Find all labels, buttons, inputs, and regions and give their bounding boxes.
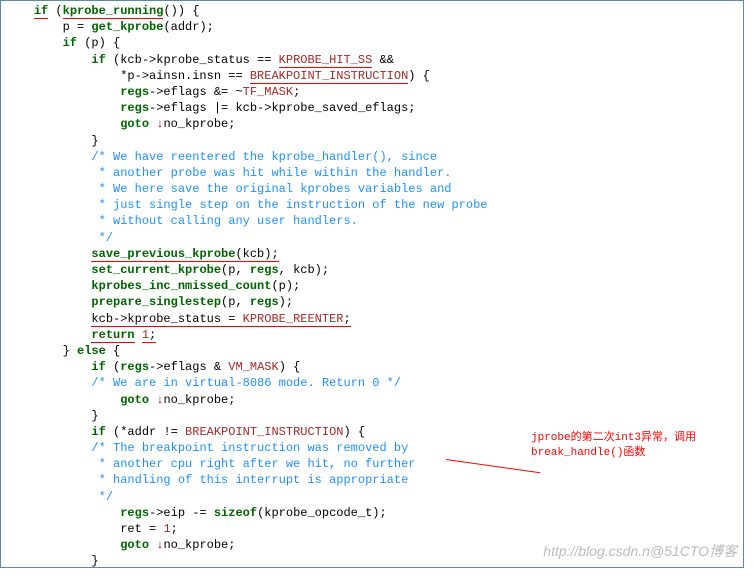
code-container: if (kprobe_running()) { p = get_kprobe(a…	[0, 0, 744, 568]
code-line: } else {	[5, 343, 739, 359]
code-line: goto ↓no_kprobe;	[5, 116, 739, 132]
code-line: if (regs->eflags & VM_MASK) {	[5, 359, 739, 375]
code-line: save_previous_kprobe(kcb);	[5, 246, 739, 262]
code-line: goto ↓no_kprobe;	[5, 392, 739, 408]
code-line: set_current_kprobe(p, regs, kcb);	[5, 262, 739, 278]
code-line: /* We are in virtual-8086 mode. Return 0…	[5, 375, 739, 391]
code-line: if (p) {	[5, 35, 739, 51]
code-line: return 1;	[5, 327, 739, 343]
code-line: regs->eip -= sizeof(kprobe_opcode_t);	[5, 505, 739, 521]
code-line: p = get_kprobe(addr);	[5, 19, 739, 35]
code-line: * We here save the original kprobes vari…	[5, 181, 739, 197]
code-line: }	[5, 133, 739, 149]
code-line: }	[5, 408, 739, 424]
code-line: if (kprobe_running()) {	[5, 3, 739, 19]
code-line: kcb->kprobe_status = KPROBE_REENTER;	[5, 311, 739, 327]
code-line: */	[5, 230, 739, 246]
watermark: http://blog.csdn.n@51CTO博客	[543, 542, 737, 561]
code-line: * just single step on the instruction of…	[5, 197, 739, 213]
code-line: ret = 1;	[5, 521, 739, 537]
code-line: */	[5, 489, 739, 505]
code-line: regs->eflags &= ~TF_MASK;	[5, 84, 739, 100]
code-line: regs->eflags |= kcb->kprobe_saved_eflags…	[5, 100, 739, 116]
annotation-text: jprobe的第二次int3异常，调用break_handle()函数	[531, 431, 741, 461]
code-line: kprobes_inc_nmissed_count(p);	[5, 278, 739, 294]
code-line: * handling of this interrupt is appropri…	[5, 472, 739, 488]
code-line: if (kcb->kprobe_status == KPROBE_HIT_SS …	[5, 52, 739, 68]
code-line: prepare_singlestep(p, regs);	[5, 294, 739, 310]
code-line: * without calling any user handlers.	[5, 213, 739, 229]
code-line: * another probe was hit while within the…	[5, 165, 739, 181]
code-line: /* We have reentered the kprobe_handler(…	[5, 149, 739, 165]
code-line: *p->ainsn.insn == BREAKPOINT_INSTRUCTION…	[5, 68, 739, 84]
